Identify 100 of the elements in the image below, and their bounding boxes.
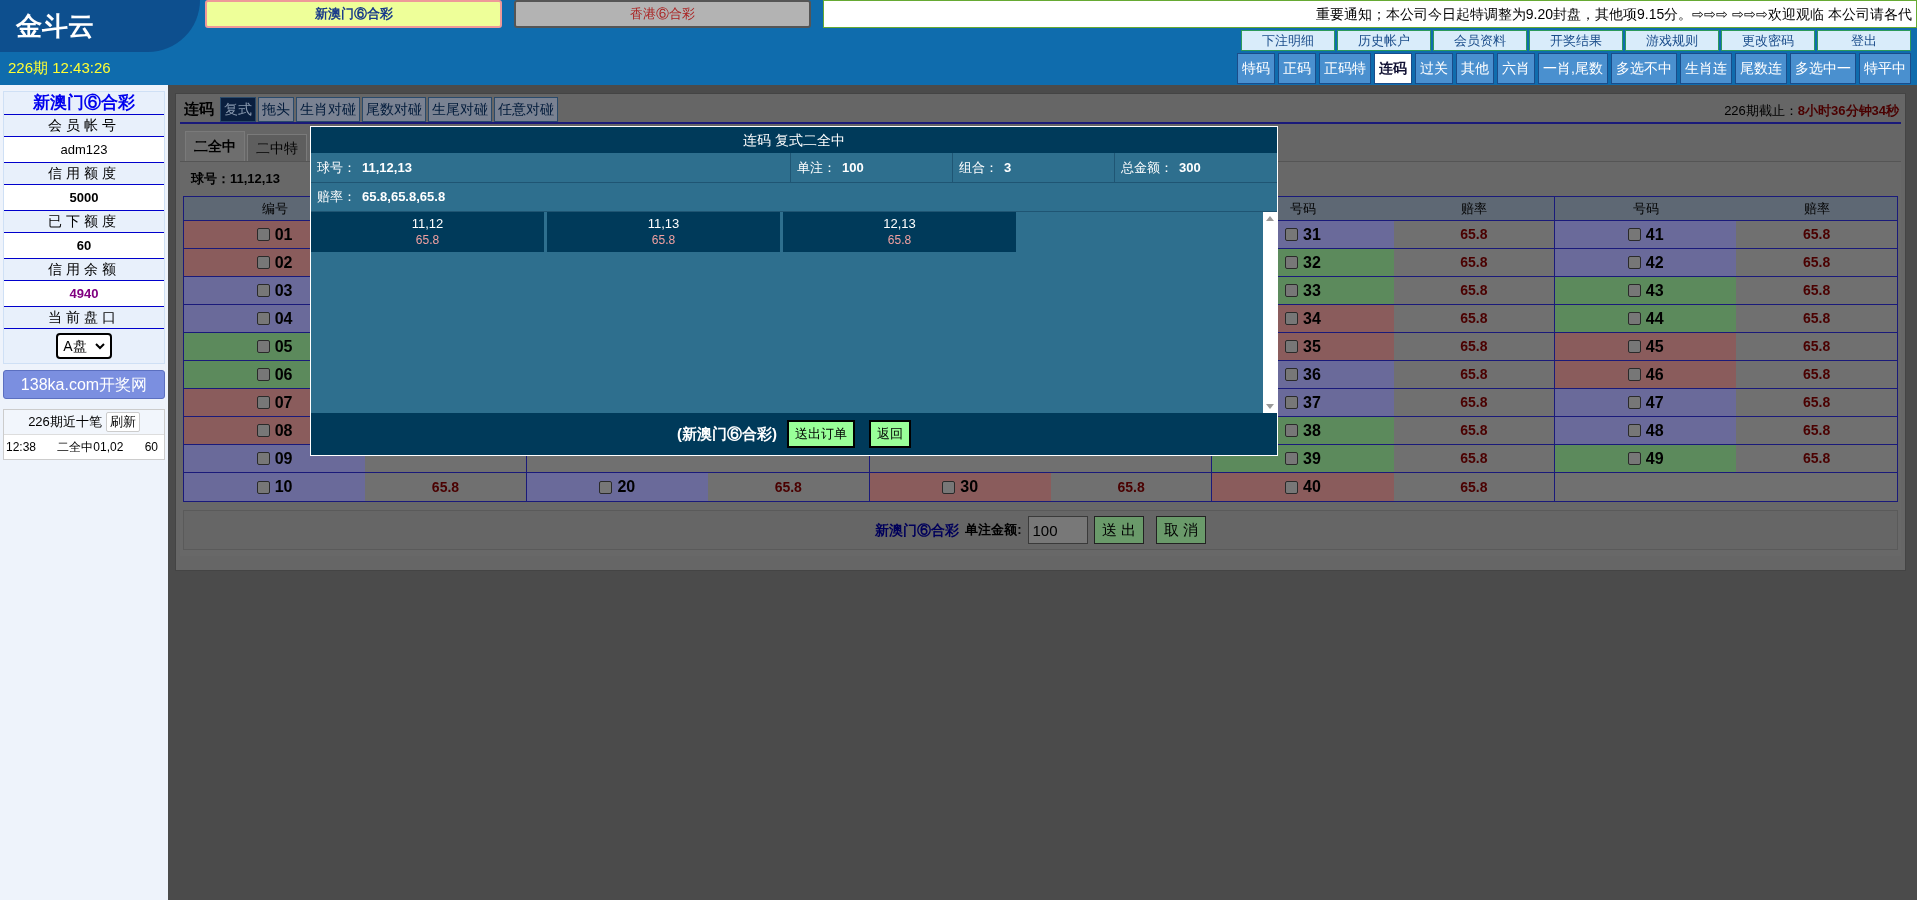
checkbox[interactable]: [1627, 424, 1641, 437]
checkbox[interactable]: [256, 452, 270, 465]
ball-number: 09: [274, 448, 293, 469]
checkbox[interactable]: [1285, 312, 1299, 325]
game-tab[interactable]: 尾数连: [1735, 53, 1787, 84]
checkbox[interactable]: [599, 480, 613, 494]
mode-tab[interactable]: 复式: [220, 97, 256, 122]
field-label: 当前盘口: [4, 307, 164, 329]
combo-numbers: 12,13: [883, 216, 916, 232]
game-tab[interactable]: 生肖连: [1680, 53, 1732, 84]
checkbox[interactable]: [256, 228, 270, 241]
field-value: 5000: [4, 185, 164, 211]
game-tab[interactable]: 正码: [1278, 53, 1317, 84]
refresh-button[interactable]: 刷新: [105, 412, 140, 432]
mode-tab[interactable]: 生肖对碰: [296, 97, 360, 122]
cancel-button[interactable]: 取 消: [1155, 516, 1206, 544]
ball-number: 39: [1303, 448, 1321, 469]
period-time: 226期 12:43:26: [8, 58, 111, 79]
odds-value: 65.8: [431, 477, 460, 497]
checkbox[interactable]: [1627, 284, 1641, 297]
amount-label: 单注金额:: [965, 521, 1022, 540]
checkbox[interactable]: [1285, 480, 1299, 494]
checkbox[interactable]: [1627, 396, 1641, 409]
lottery-tab[interactable]: 香港⑥合彩: [514, 0, 811, 28]
odds-value: 65.8: [1803, 225, 1831, 244]
ball-number: 08: [274, 420, 293, 441]
send-order-button[interactable]: 送出订单: [787, 420, 855, 448]
game-tab[interactable]: 过关: [1415, 53, 1454, 84]
checkbox[interactable]: [256, 368, 270, 381]
checkbox[interactable]: [1627, 312, 1641, 325]
checkbox[interactable]: [256, 312, 270, 325]
combo-numbers: 11,13: [647, 216, 680, 232]
section-title: 连码: [183, 98, 215, 119]
scrollbar[interactable]: [1263, 212, 1277, 413]
column-header: 赔率: [1460, 199, 1487, 218]
ball-number: 43: [1645, 280, 1664, 301]
checkbox[interactable]: [1627, 452, 1641, 465]
ball-number: 49: [1645, 448, 1664, 469]
site-link-button[interactable]: 138ka.com开奖网: [3, 370, 165, 399]
nav-link[interactable]: 会员资料: [1433, 30, 1527, 51]
scroll-down-icon[interactable]: [1266, 404, 1274, 409]
nav-link[interactable]: 开奖结果: [1529, 30, 1623, 51]
nav-link[interactable]: 更改密码: [1721, 30, 1815, 51]
checkbox[interactable]: [1627, 368, 1641, 381]
mode-tab[interactable]: 生尾对碰: [428, 97, 492, 122]
nav-link[interactable]: 登出: [1817, 30, 1911, 51]
game-tab[interactable]: 多选不中: [1611, 53, 1677, 84]
game-tab[interactable]: 多选中一: [1790, 53, 1856, 84]
nav-link[interactable]: 游戏规则: [1625, 30, 1719, 51]
checkbox[interactable]: [1285, 228, 1299, 241]
game-tab[interactable]: 其他: [1456, 53, 1495, 84]
game-tab[interactable]: 六肖: [1497, 53, 1536, 84]
checkbox[interactable]: [1285, 284, 1299, 297]
checkbox[interactable]: [942, 480, 956, 494]
field-value: 4940: [4, 281, 164, 307]
game-tab[interactable]: 一肖,尾数: [1538, 53, 1608, 84]
odds-value: 65.8: [1460, 253, 1488, 272]
nav-link[interactable]: 历史帐户: [1337, 30, 1431, 51]
ball-number: 38: [1303, 420, 1321, 441]
checkbox[interactable]: [1285, 424, 1299, 437]
field-value: adm123: [4, 137, 164, 163]
checkbox[interactable]: [1285, 340, 1299, 353]
checkbox[interactable]: [1285, 256, 1299, 269]
odds-value: 65.8: [774, 477, 802, 497]
back-button[interactable]: 返回: [869, 420, 911, 448]
game-tab[interactable]: 特平中: [1859, 53, 1911, 84]
checkbox[interactable]: [256, 424, 270, 437]
checkbox[interactable]: [1285, 396, 1299, 409]
play-tab[interactable]: 二中特: [247, 134, 307, 161]
ball-number: 06: [274, 364, 293, 385]
checkbox[interactable]: [1627, 256, 1641, 269]
submit-button[interactable]: 送 出: [1093, 516, 1144, 544]
checkbox[interactable]: [1285, 452, 1299, 465]
ball-number: 10: [274, 477, 293, 497]
mode-tab[interactable]: 任意对碰: [494, 97, 558, 122]
nav-link[interactable]: 下注明细: [1241, 30, 1335, 51]
notice-marquee: 重要通知；本公司今日起特调整为9.20封盘，其他项9.15分。⇨⇨⇨ ⇨⇨⇨欢迎观临 本公司请各代: [1315, 4, 1912, 24]
checkbox[interactable]: [256, 284, 270, 297]
checkbox[interactable]: [256, 256, 270, 269]
checkbox[interactable]: [1627, 340, 1641, 353]
game-tab[interactable]: 连码: [1374, 53, 1413, 84]
checkbox[interactable]: [256, 340, 270, 353]
checkbox[interactable]: [256, 480, 270, 494]
odds-value: 65.8: [1803, 337, 1831, 356]
mode-tab[interactable]: 尾数对碰: [362, 97, 426, 122]
odds-value: 65.8: [1803, 365, 1831, 384]
checkbox[interactable]: [1285, 368, 1299, 381]
bet-amount: 60: [144, 439, 159, 456]
selected-balls-text: 球号：11,12,13: [191, 170, 280, 189]
game-tab[interactable]: 特码: [1237, 53, 1276, 84]
ball-number: 20: [617, 477, 636, 497]
checkbox[interactable]: [1627, 228, 1641, 241]
combo-numbers: 11,12: [411, 216, 444, 232]
amount-input[interactable]: 100: [1027, 516, 1088, 544]
market-select[interactable]: A盘: [56, 333, 112, 359]
checkbox[interactable]: [256, 396, 270, 409]
lottery-tab[interactable]: 新澳门⑥合彩: [205, 0, 502, 28]
mode-tab[interactable]: 拖头: [258, 97, 294, 122]
play-tab[interactable]: 二全中: [185, 131, 245, 161]
game-tab[interactable]: 正码特: [1319, 53, 1372, 84]
